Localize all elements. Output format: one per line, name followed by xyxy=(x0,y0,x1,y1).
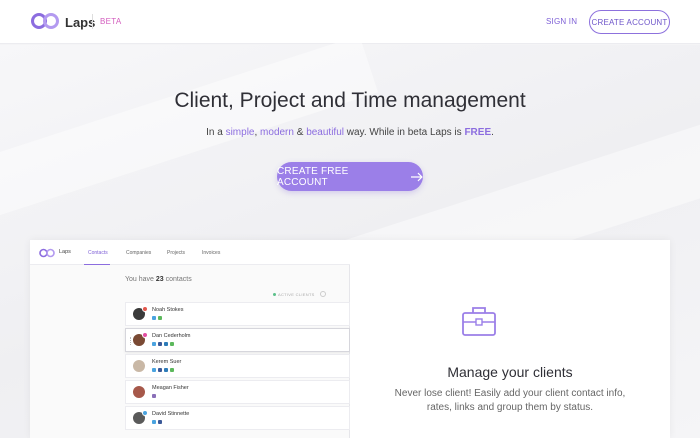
feature-title: Manage your clients xyxy=(447,364,573,380)
contact-row[interactable]: Meagan Fisher xyxy=(125,380,350,404)
avatar xyxy=(133,386,145,398)
subtitle-text: & xyxy=(293,127,307,138)
active-status-dot xyxy=(273,293,276,296)
create-account-button[interactable]: CREATE ACCOUNT xyxy=(589,10,670,34)
sign-in-link[interactable]: SIGN IN xyxy=(546,17,577,26)
preview-navbar: Laps Contacts Companies Projects Invoice… xyxy=(30,240,350,265)
linkedin-icon[interactable] xyxy=(164,368,168,372)
contact-name: Kerem Suer xyxy=(152,359,182,365)
beautiful-link[interactable]: beautiful xyxy=(306,127,344,138)
briefcase-icon xyxy=(462,307,496,336)
contact-links xyxy=(152,394,156,398)
active-tab-indicator xyxy=(84,264,110,265)
count-prefix: You have xyxy=(125,276,156,283)
tab-projects[interactable]: Projects xyxy=(167,250,185,256)
subtitle-text: way. While in beta Laps is xyxy=(344,127,465,138)
contact-links xyxy=(152,316,162,320)
contact-links xyxy=(152,342,174,346)
contact-row[interactable]: Kerem Suer xyxy=(125,354,350,378)
tab-invoices[interactable]: Invoices xyxy=(202,250,220,256)
link-icon[interactable] xyxy=(170,368,174,372)
dribbble-icon[interactable] xyxy=(152,394,156,398)
free-highlight: FREE xyxy=(464,127,492,138)
create-free-account-button[interactable]: CREATE FREE ACCOUNT xyxy=(277,162,423,191)
brand-name[interactable]: Laps xyxy=(65,15,95,30)
beta-badge: BETA xyxy=(100,17,122,26)
contact-name: Meagan Fisher xyxy=(152,385,189,391)
twitter-icon[interactable] xyxy=(158,342,162,346)
simple-link[interactable]: simple xyxy=(226,127,255,138)
tab-contacts[interactable]: Contacts xyxy=(88,250,108,256)
drag-handle-icon[interactable] xyxy=(130,337,131,345)
feature-description: Never lose client! Easily add your clien… xyxy=(394,388,626,413)
status-badge xyxy=(142,332,148,338)
tab-companies[interactable]: Companies xyxy=(126,250,151,256)
twitter-icon[interactable] xyxy=(158,420,162,424)
status-badge xyxy=(142,410,148,416)
modern-link[interactable]: modern xyxy=(260,127,294,138)
help-icon[interactable] xyxy=(320,291,326,297)
count-suffix: contacts xyxy=(163,276,192,283)
contacts-count-text: You have 23 contacts xyxy=(125,276,192,283)
contact-row[interactable]: Dan Cederholm xyxy=(125,328,350,352)
brand-divider xyxy=(92,14,93,29)
laps-logo-icon xyxy=(39,248,55,258)
arrow-right-icon xyxy=(411,172,423,181)
preview-contacts-panel: Laps Contacts Companies Projects Invoice… xyxy=(30,240,350,438)
skype-icon[interactable] xyxy=(152,342,156,346)
link-icon[interactable] xyxy=(158,316,162,320)
contact-row[interactable]: David Stinnette xyxy=(125,406,350,430)
contacts-count: 23 xyxy=(155,276,164,283)
active-clients-label: ACTIVE CLIENTS xyxy=(278,292,315,297)
cta-label: CREATE FREE ACCOUNT xyxy=(277,165,349,188)
laps-logo-icon[interactable] xyxy=(31,12,59,30)
preview-brand: Laps xyxy=(59,249,71,255)
linkedin-icon[interactable] xyxy=(164,342,168,346)
skype-icon[interactable] xyxy=(152,316,156,320)
twitter-icon[interactable] xyxy=(158,368,162,372)
skype-icon[interactable] xyxy=(152,420,156,424)
avatar xyxy=(133,360,145,372)
contact-links xyxy=(152,420,162,424)
contact-name: David Stinnette xyxy=(152,411,190,417)
subtitle-text: In a xyxy=(206,127,226,138)
contact-links xyxy=(152,368,174,372)
subtitle-text: . xyxy=(491,127,494,138)
skype-icon[interactable] xyxy=(152,368,156,372)
contact-name: Dan Cederholm xyxy=(152,333,191,339)
hero-subtitle: In a simple, modern & beautiful way. Whi… xyxy=(0,127,700,138)
hero-title: Client, Project and Time management xyxy=(174,89,526,112)
status-badge xyxy=(142,306,148,312)
link-icon[interactable] xyxy=(170,342,174,346)
contact-row[interactable]: Noah Stokes xyxy=(125,302,350,326)
contact-name: Noah Stokes xyxy=(152,307,184,313)
